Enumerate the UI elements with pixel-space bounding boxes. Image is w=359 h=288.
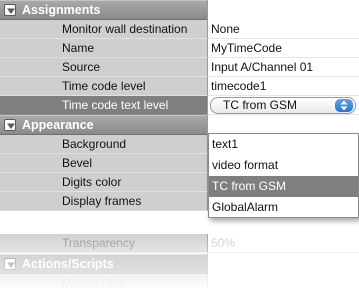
property-label: Background [0,135,207,154]
collapse-chevron-icon[interactable] [4,4,16,16]
section-title: Actions/Scripts [22,257,114,271]
property-label: Monitor wall destination [0,20,207,39]
property-row-mouse-click[interactable]: Mouse click [0,274,359,288]
property-value[interactable]: Input A/Channel 01 [207,58,359,77]
section-title: Assignments [22,3,101,17]
section-header-appearance[interactable]: Appearance [0,115,359,135]
up-down-arrows-icon[interactable] [335,99,353,112]
dropdown-option-video-format[interactable]: video format [209,155,358,176]
property-label: Display frames [0,192,207,211]
section-header-value-area [207,254,359,274]
property-label: Transparency [0,234,207,253]
section-title: Appearance [22,118,94,132]
property-label: Bevel [0,154,207,173]
property-row-transparency[interactable]: Transparency 50% [0,234,359,253]
property-row-name[interactable]: Name MyTimeCode [0,39,359,58]
property-label: Time code level [0,77,207,96]
section-header-actions-scripts[interactable]: Actions/Scripts [0,254,359,274]
time-code-text-level-select[interactable]: TC from GSM [210,97,356,114]
collapse-chevron-icon[interactable] [4,119,16,131]
property-value[interactable]: 50% [207,234,359,253]
time-code-text-level-dropdown: text1 video format TC from GSM GlobalAla… [208,133,359,218]
property-label: Mouse click [0,274,207,288]
dropdown-option-text1[interactable]: text1 [209,134,358,155]
property-label: Digits color [0,173,207,192]
property-value[interactable]: None [207,20,359,39]
property-value[interactable] [207,274,359,288]
property-row-time-code-text-level[interactable]: Time code text level TC from GSM [0,96,359,115]
property-label: Source [0,58,207,77]
property-label: Time code text level [0,96,207,115]
dropdown-option-globalalarm[interactable]: GlobalAlarm [209,197,358,218]
property-row-monitor-wall-destination[interactable]: Monitor wall destination None [0,20,359,39]
section-header-assignments[interactable]: Assignments [0,0,359,20]
collapse-chevron-icon[interactable] [4,258,16,270]
select-current-value: TC from GSM [223,98,297,112]
property-grid: Assignments Monitor wall destination Non… [0,0,359,288]
property-value[interactable]: MyTimeCode [207,39,359,58]
property-label: Name [0,39,207,58]
property-row-source[interactable]: Source Input A/Channel 01 [0,58,359,77]
property-row-time-code-level[interactable]: Time code level timecode1 [0,77,359,96]
dropdown-option-tc-from-gsm[interactable]: TC from GSM [209,176,358,197]
section-header-value-area [207,0,359,20]
property-value[interactable]: timecode1 [207,77,359,96]
section-header-value-area [207,115,359,135]
